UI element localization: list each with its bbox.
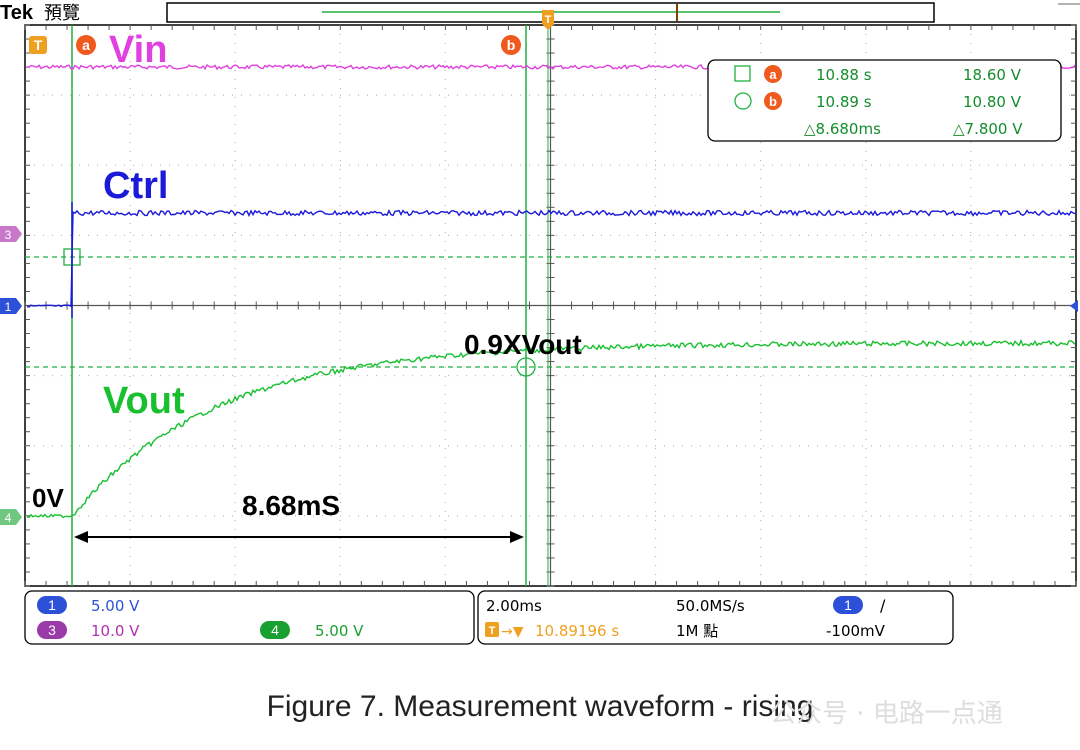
- cursor-a-volt: 18.60 V: [963, 66, 1022, 84]
- svg-text:→▼: →▼: [501, 624, 524, 640]
- svg-text:b: b: [507, 37, 516, 53]
- level-annotation: 0.9XVout: [464, 329, 582, 360]
- record-length: 1M 點: [676, 622, 718, 640]
- svg-text:3: 3: [5, 228, 12, 242]
- trigger-level: -100mV: [826, 622, 886, 640]
- svg-text:T: T: [34, 37, 43, 53]
- ch1-scale: 5.00 V: [91, 597, 140, 615]
- brand-logo: Tek: [0, 2, 34, 24]
- vout-label: Vout: [103, 380, 185, 422]
- cursor-a-time: 10.88 s: [816, 66, 872, 84]
- ch4-scale: 5.00 V: [315, 622, 364, 640]
- svg-text:1: 1: [844, 597, 852, 613]
- trigger-position: 10.89196 s: [535, 622, 619, 640]
- ch3-scale: 10.0 V: [91, 622, 140, 640]
- sample-rate: 50.0MS/s: [676, 597, 745, 615]
- watermark: 公众号 · 电路一点通: [770, 699, 1003, 729]
- svg-text:4: 4: [5, 511, 12, 525]
- svg-text:a: a: [769, 67, 777, 82]
- acquisition-state: 預覽: [44, 3, 80, 24]
- interval-annotation: 8.68mS: [242, 490, 340, 521]
- timebase-scale: 2.00ms: [486, 597, 542, 615]
- svg-text:T: T: [545, 14, 552, 26]
- cursor-delta-volt: △7.800 V: [953, 120, 1023, 138]
- cursor-delta-time: △8.680ms: [804, 120, 881, 138]
- svg-text:a: a: [82, 37, 90, 53]
- oscilloscope-screen: Tek 預覽 T a b T 3 1 4 a 10.88 s 18.60 V b…: [0, 2, 1080, 645]
- trigger-slope-icon: /: [880, 596, 886, 615]
- svg-text:1: 1: [5, 300, 12, 314]
- svg-text:T: T: [489, 625, 496, 637]
- zero-annotation: 0V: [32, 483, 64, 513]
- ctrl-label: Ctrl: [103, 165, 168, 207]
- svg-text:3: 3: [48, 622, 56, 638]
- vin-label: Vin: [109, 29, 167, 71]
- svg-text:1: 1: [48, 597, 56, 613]
- svg-text:b: b: [769, 94, 777, 109]
- cursor-b-time: 10.89 s: [816, 93, 872, 111]
- svg-text:4: 4: [271, 622, 279, 638]
- cursor-b-volt: 10.80 V: [963, 93, 1022, 111]
